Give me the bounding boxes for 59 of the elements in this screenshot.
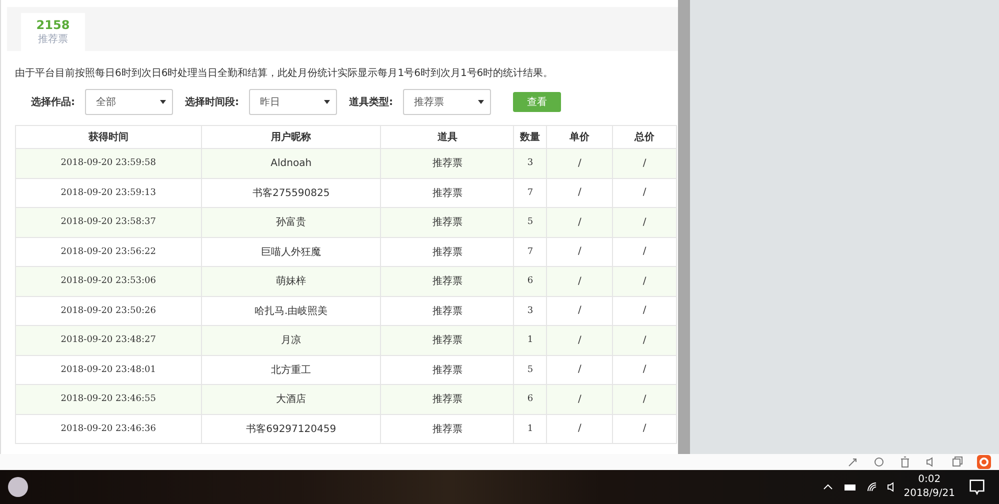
table-cell: 6: [514, 384, 547, 414]
table-cell: 孙富贵: [201, 208, 381, 237]
window-icon[interactable]: [951, 456, 963, 468]
caret-icon: [160, 100, 166, 104]
table-cell: 1: [514, 326, 547, 355]
wifi-icon[interactable]: [866, 481, 878, 493]
table-cell: 2018-09-20 23:46:36: [16, 414, 202, 444]
filter-dropdown[interactable]: 全部: [85, 89, 173, 115]
app-logo-icon[interactable]: [977, 455, 991, 469]
ticket-label: 推荐票: [38, 32, 68, 46]
table-cell: 大酒店: [201, 384, 381, 414]
table-cell: 推荐票: [380, 414, 514, 444]
table-cell: 推荐票: [380, 148, 514, 178]
table-cell: /: [546, 326, 613, 355]
column-header: 道具: [380, 126, 514, 148]
table-cell: /: [546, 266, 613, 296]
column-header: 用户昵称: [201, 126, 381, 148]
caret-icon: [478, 100, 484, 104]
table-cell: /: [546, 148, 613, 178]
ticket-count: 2158: [36, 18, 70, 32]
table-cell: 6: [514, 266, 547, 296]
table-cell: /: [612, 384, 676, 414]
clock[interactable]: 0:02 2018/9/21: [904, 473, 955, 501]
avatar[interactable]: [8, 477, 28, 497]
filter-label: 选择时间段:: [185, 96, 239, 109]
scrollbar[interactable]: [678, 0, 690, 454]
column-header: 获得时间: [16, 126, 202, 148]
table-cell: 3: [514, 148, 547, 178]
table-cell: 推荐票: [380, 208, 514, 237]
table-cell: 推荐票: [380, 326, 514, 355]
table-cell: 1: [514, 414, 547, 444]
table-cell: Aldnoah: [201, 148, 381, 178]
table-cell: 萌妹梓: [201, 266, 381, 296]
table-cell: /: [612, 266, 676, 296]
filter-label: 选择作品:: [31, 96, 75, 109]
table-cell: 2018-09-20 23:59:58: [16, 148, 202, 178]
table-cell: 2018-09-20 23:46:55: [16, 384, 202, 414]
filter-label: 道具类型:: [349, 96, 393, 109]
table-cell: 2018-09-20 23:53:06: [16, 266, 202, 296]
table-cell: 月凉: [201, 326, 381, 355]
table-cell: /: [612, 208, 676, 237]
notice-text: 由于平台目前按照每日6时到次日6时处理当日全勤和结算，此处月份统计实际显示每月1号6时到次月1号6时的统计结果。: [15, 66, 554, 80]
table-cell: 推荐票: [380, 266, 514, 296]
table-cell: /: [612, 148, 676, 178]
table-cell: /: [546, 414, 613, 444]
table-cell: /: [612, 414, 676, 444]
table-cell: 推荐票: [380, 384, 514, 414]
notification-icon[interactable]: [969, 479, 985, 495]
trash-icon[interactable]: [899, 456, 911, 468]
caret-icon: [324, 100, 330, 104]
table-cell: 书客69297120459: [201, 414, 381, 444]
table-cell: 2018-09-20 23:58:37: [16, 208, 202, 237]
filter-dropdown[interactable]: 推荐票: [403, 89, 491, 115]
table-cell: /: [612, 326, 676, 355]
table-cell: /: [546, 208, 613, 237]
table-cell: /: [546, 384, 613, 414]
filter-dropdown[interactable]: 昨日: [249, 89, 337, 115]
table-cell: 5: [514, 208, 547, 237]
table-cell: 2018-09-20 23:48:27: [16, 326, 202, 355]
